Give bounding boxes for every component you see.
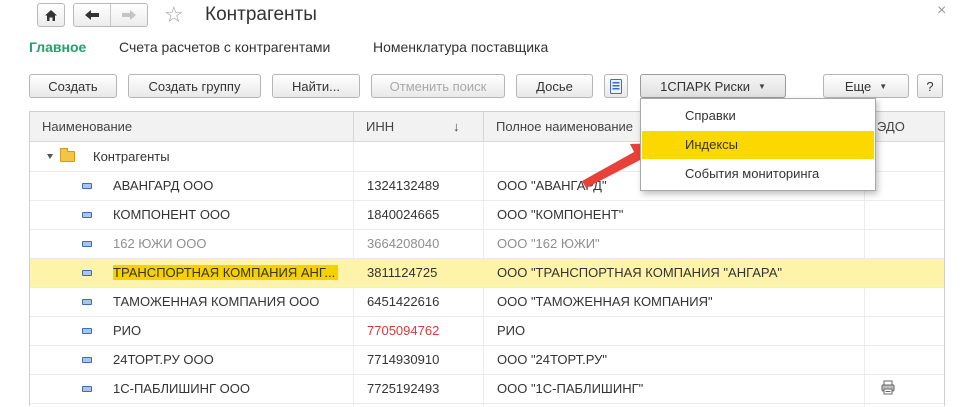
page-title: Контрагенты bbox=[205, 4, 317, 25]
table-row[interactable]: 162 ЮЖИ ООО 3664208040 ООО "162 ЮЖИ" bbox=[30, 230, 944, 259]
history-navigation bbox=[73, 3, 148, 27]
close-icon[interactable]: × bbox=[937, 2, 946, 20]
row-full-name: РИО bbox=[497, 323, 526, 338]
row-full-name: ООО "24ТОРТ.РУ" bbox=[497, 352, 607, 367]
create-group-button[interactable]: Создать группу bbox=[128, 74, 261, 98]
counterparty-icon bbox=[82, 270, 92, 276]
column-header-name[interactable]: Наименование bbox=[30, 112, 352, 141]
spark-risks-label: 1СПАРК Риски bbox=[660, 78, 750, 94]
row-inn: 7714930910 bbox=[367, 352, 440, 367]
row-full-name: ООО "162 ЮЖИ" bbox=[497, 236, 600, 251]
menu-item-indices[interactable]: Индексы bbox=[642, 131, 874, 159]
arrow-left-icon bbox=[85, 10, 99, 20]
menu-item-references[interactable]: Справки bbox=[642, 102, 874, 130]
counterparty-icon bbox=[82, 241, 92, 247]
counterparty-icon bbox=[82, 386, 92, 392]
row-name: ТАМОЖЕННАЯ КОМПАНИЯ ООО bbox=[113, 294, 320, 309]
chevron-down-icon: ▼ bbox=[757, 81, 766, 91]
row-inn: 6451422616 bbox=[367, 294, 440, 309]
row-name: ТРАНСПОРТНАЯ КОМПАНИЯ АНГ... bbox=[113, 259, 339, 287]
home-button[interactable] bbox=[37, 3, 65, 27]
counterparty-icon bbox=[82, 183, 92, 189]
arrow-right-icon bbox=[122, 10, 136, 20]
more-label: Еще bbox=[844, 78, 872, 94]
more-button[interactable]: Еще ▼ bbox=[823, 74, 909, 98]
section-main[interactable]: Главное bbox=[29, 39, 86, 55]
row-inn: 1840024665 bbox=[367, 207, 440, 222]
row-inn-invalid: 7705094762 bbox=[367, 323, 440, 338]
row-name: РИО bbox=[113, 323, 142, 338]
group-label: Контрагенты bbox=[93, 149, 170, 164]
table-row[interactable]: 24ТОРТ.РУ ООО 7714930910 ООО "24ТОРТ.РУ" bbox=[30, 346, 944, 375]
row-name: 162 ЮЖИ ООО bbox=[113, 236, 207, 251]
find-button[interactable]: Найти... bbox=[272, 74, 360, 98]
home-icon bbox=[45, 9, 57, 21]
table-row[interactable]: РИО 7705094762 РИО bbox=[30, 317, 944, 346]
table-row[interactable]: КОМПОНЕНТ ООО 1840024665 ООО "КОМПОНЕНТ" bbox=[30, 201, 944, 230]
counterparty-icon bbox=[82, 212, 92, 218]
table-row-selected[interactable]: ТРАНСПОРТНАЯ КОМПАНИЯ АНГ... 3811124725 … bbox=[30, 259, 944, 288]
row-inn: 3811124725 bbox=[367, 265, 438, 280]
section-supplier-nomenclature[interactable]: Номенклатура поставщика bbox=[373, 39, 548, 55]
folder-icon bbox=[60, 148, 75, 162]
menu-item-monitoring-events[interactable]: События мониторинга bbox=[642, 160, 874, 188]
section-settlement-accounts[interactable]: Счета расчетов с контрагентами bbox=[119, 39, 330, 55]
row-name: АВАНГАРД ООО bbox=[113, 178, 214, 193]
report-button[interactable] bbox=[604, 74, 628, 98]
row-full-name: ООО "ТРАНСПОРТНАЯ КОМПАНИЯ "АНГАРА" bbox=[497, 265, 783, 280]
spark-risks-menu: Справки Индексы События мониторинга bbox=[640, 98, 876, 191]
row-name: 24ТОРТ.РУ ООО bbox=[113, 352, 214, 367]
collapse-triangle-icon[interactable] bbox=[47, 154, 53, 159]
chevron-down-icon: ▼ bbox=[879, 81, 888, 91]
row-name: КОМПОНЕНТ ООО bbox=[113, 207, 231, 222]
column-header-edo[interactable]: ЭДО bbox=[864, 112, 944, 141]
help-button[interactable]: ? bbox=[917, 74, 943, 98]
counterparty-icon bbox=[82, 328, 92, 334]
counterparty-icon bbox=[82, 357, 92, 363]
counterparty-icon bbox=[82, 299, 92, 305]
row-full-name: ООО "1С-ПАБЛИШИНГ" bbox=[497, 381, 644, 396]
row-full-name: ООО "ТАМОЖЕННАЯ КОМПАНИЯ" bbox=[497, 294, 713, 309]
document-list-icon bbox=[610, 78, 622, 94]
table-row[interactable]: ТАМОЖЕННАЯ КОМПАНИЯ ООО 6451422616 ООО "… bbox=[30, 288, 944, 317]
table-row[interactable]: 1С-ПАБЛИШИНГ ООО 7725192493 ООО "1С-ПАБЛ… bbox=[30, 375, 944, 404]
row-inn: 3664208040 bbox=[367, 236, 440, 251]
forward-button[interactable] bbox=[111, 4, 147, 26]
row-name-highlight: ТРАНСПОРТНАЯ КОМПАНИЯ АНГ... bbox=[113, 265, 339, 280]
dossier-button[interactable]: Досье bbox=[516, 74, 593, 98]
cancel-search-button[interactable]: Отменить поиск bbox=[371, 74, 505, 98]
row-inn: 1324132489 bbox=[367, 178, 440, 193]
star-icon[interactable]: ☆ bbox=[164, 2, 184, 28]
back-button[interactable] bbox=[74, 4, 111, 26]
sort-descending-icon: ↓ bbox=[453, 119, 460, 134]
row-full-name: ООО "КОМПОНЕНТ" bbox=[497, 207, 624, 222]
edo-printer-icon[interactable] bbox=[881, 380, 895, 396]
row-inn: 7725192493 bbox=[367, 381, 440, 396]
column-header-inn[interactable]: ИНН bbox=[353, 112, 482, 141]
create-button[interactable]: Создать bbox=[29, 74, 117, 98]
spark-risks-button[interactable]: 1СПАРК Риски ▼ bbox=[640, 74, 786, 98]
row-name: 1С-ПАБЛИШИНГ ООО bbox=[113, 381, 251, 396]
